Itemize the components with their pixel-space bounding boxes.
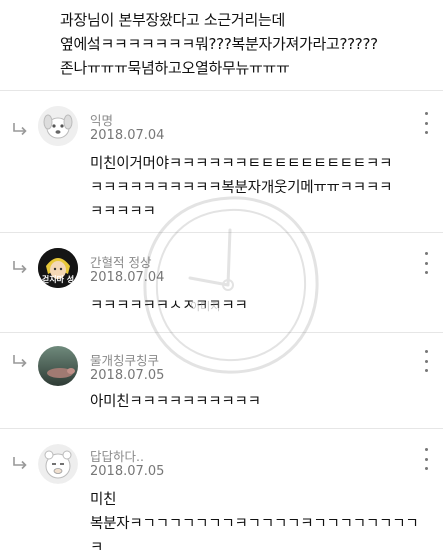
seal-photo-avatar[interactable] xyxy=(38,346,78,386)
cartoon-face-avatar[interactable] xyxy=(38,444,78,484)
comment-item: 익명 2018.07.04 미친이거머야ㅋㅋㅋㅋㅋㅋㅌㅌㅌㅌㅌㅌㅌㅌㅌㅋㅋ ㅋㅋ… xyxy=(0,90,443,232)
comment-item: 답답하다.. 2018.07.05 미친 복분자ㅋㄱㄱㄱㄱㄱㄱㄱㅋㄱㄱㄱㄱㅋㄱㄱ… xyxy=(0,428,443,556)
comment-text: 아미친ㅋㅋㅋㅋㅋㅋㅋㅋㅋㅋ xyxy=(90,390,420,414)
comment-line: ㅋㅋㅋㅋㅋㅋㅋㅋㅋㅋ복분자개웃기메ㅠㅠㅋㅋㅋㅋ xyxy=(90,180,393,196)
comment-date: 2018.07.05 xyxy=(90,464,165,479)
comment-line: 복분자ㅋㄱㄱㄱㄱㄱㄱㄱㅋㄱㄱㄱㄱㅋㄱㄱㄱㄱㄱㄱㄱㄱ xyxy=(90,516,419,532)
comment-text: ㅋㅋㅋㅋㅋㅋㅅㅈㅋㅋㅋㅋ xyxy=(90,294,420,318)
watermark-text: 이미지 xyxy=(190,300,221,313)
comment-text: 미친 복분자ㅋㄱㄱㄱㄱㄱㄱㄱㅋㄱㄱㄱㄱㅋㄱㄱㄱㄱㄱㄱㄱㄱ ㅋ xyxy=(90,488,420,560)
comment-line: 아미친ㅋㅋㅋㅋㅋㅋㅋㅋㅋㅋ xyxy=(90,394,261,410)
post-line: 존나ㅠㅠㅠ묵념하고오열하무뉴ㅠㅠㅠ xyxy=(60,59,290,77)
comment-line: ㅋㅋㅋㅋㅋ xyxy=(90,204,156,220)
comment-author[interactable]: 답답하다.. xyxy=(90,446,144,465)
post-line: 옆에섴ㅋㅋㅋㅋㅋㅋㅋ뭐???복분자가져가라고????? xyxy=(60,35,378,53)
more-options-icon[interactable] xyxy=(423,448,429,470)
reply-arrow-icon xyxy=(13,261,27,274)
comment-author[interactable]: 물개칭쿠칭쿠 xyxy=(90,350,159,369)
more-options-icon[interactable] xyxy=(423,350,429,372)
cartoon-face-icon xyxy=(38,444,78,484)
comment-item: 걷지마 성 간혈적 정상 2018.07.04 ㅋㅋㅋㅋㅋㅋㅅㅈㅋㅋㅋㅋ xyxy=(0,232,443,332)
comment-item: 물개칭쿠칭쿠 2018.07.05 아미친ㅋㅋㅋㅋㅋㅋㅋㅋㅋㅋ xyxy=(0,332,443,428)
dog-icon xyxy=(38,106,78,146)
reply-arrow-icon xyxy=(13,123,27,136)
seal-photo-icon xyxy=(38,346,78,386)
comment-date: 2018.07.04 xyxy=(90,128,165,143)
reply-arrow-icon xyxy=(13,457,27,470)
comment-author[interactable]: 간혈적 정상 xyxy=(90,252,151,271)
post-line: 과장님이 본부장왔다고 소근거리는데 xyxy=(60,11,285,29)
comment-date: 2018.07.05 xyxy=(90,368,165,383)
comment-text: 미친이거머야ㅋㅋㅋㅋㅋㅋㅌㅌㅌㅌㅌㅌㅌㅌㅌㅋㅋ ㅋㅋㅋㅋㅋㅋㅋㅋㅋㅋ복분자개웃기… xyxy=(90,152,420,224)
more-options-icon[interactable] xyxy=(423,252,429,274)
comment-line: ㅋㅋㅋㅋㅋㅋㅅㅈㅋㅋㅋㅋ xyxy=(90,298,248,314)
reply-arrow-icon xyxy=(13,355,27,368)
character-avatar[interactable]: 걷지마 성 xyxy=(38,248,78,288)
comment-author[interactable]: 익명 xyxy=(90,110,113,129)
post-body: 과장님이 본부장왔다고 소근거리는데 옆에섴ㅋㅋㅋㅋㅋㅋㅋ뭐???복분자가져가라… xyxy=(60,8,430,80)
more-options-icon[interactable] xyxy=(423,112,429,134)
comment-line: ㅋ xyxy=(90,540,104,556)
comment-line: 미친 xyxy=(90,492,117,508)
comment-date: 2018.07.04 xyxy=(90,270,165,285)
avatar-caption: 걷지마 성 xyxy=(41,275,75,284)
dog-avatar[interactable] xyxy=(38,106,78,146)
comment-line: 미친이거머야ㅋㅋㅋㅋㅋㅋㅌㅌㅌㅌㅌㅌㅌㅌㅌㅋㅋ xyxy=(90,156,393,172)
